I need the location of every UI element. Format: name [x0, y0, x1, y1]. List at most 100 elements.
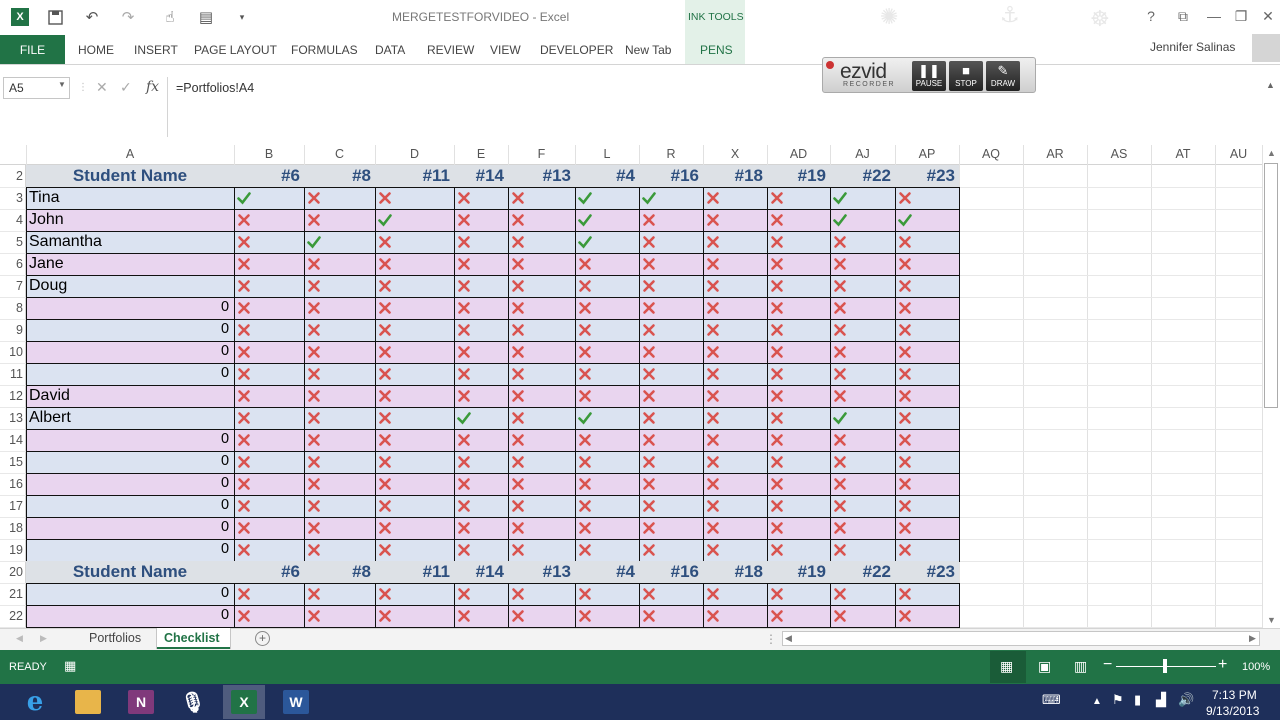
cross-icon[interactable]	[578, 257, 592, 271]
cross-icon[interactable]	[770, 213, 784, 227]
cross-icon[interactable]	[898, 191, 912, 205]
tab-view[interactable]: VIEW	[490, 43, 521, 57]
avatar[interactable]	[1252, 34, 1280, 62]
cross-icon[interactable]	[898, 235, 912, 249]
cross-icon[interactable]	[833, 345, 847, 359]
microphone-icon[interactable]: 🎙	[172, 685, 214, 719]
cross-icon[interactable]	[378, 521, 392, 535]
cross-icon[interactable]	[706, 389, 720, 403]
cross-icon[interactable]	[706, 279, 720, 293]
cross-icon[interactable]	[511, 279, 525, 293]
cross-icon[interactable]	[898, 543, 912, 557]
cross-icon[interactable]	[898, 411, 912, 425]
cross-icon[interactable]	[457, 433, 471, 447]
column-header-ap[interactable]: AP	[895, 147, 959, 165]
cross-icon[interactable]	[307, 389, 321, 403]
item-header[interactable]: #14	[454, 562, 504, 582]
cross-icon[interactable]	[770, 235, 784, 249]
cross-icon[interactable]	[378, 389, 392, 403]
cross-icon[interactable]	[578, 367, 592, 381]
column-header-a[interactable]: A	[26, 147, 234, 165]
cross-icon[interactable]	[457, 455, 471, 469]
tab-new-tab[interactable]: New Tab	[625, 43, 671, 57]
cross-icon[interactable]	[642, 587, 656, 601]
cross-icon[interactable]	[898, 499, 912, 513]
clock-time[interactable]: 7:13 PM	[1212, 688, 1257, 702]
student-name-cell[interactable]: Tina	[29, 189, 60, 207]
cross-icon[interactable]	[898, 301, 912, 315]
cross-icon[interactable]	[511, 499, 525, 513]
row-header-21[interactable]: 21	[0, 587, 25, 601]
student-name-cell[interactable]: 0	[221, 541, 229, 557]
column-header-x[interactable]: X	[703, 147, 767, 165]
cross-icon[interactable]	[307, 301, 321, 315]
tab-insert[interactable]: INSERT	[134, 43, 178, 57]
cross-icon[interactable]	[833, 389, 847, 403]
normal-view-icon[interactable]: ▦	[1000, 658, 1013, 675]
cross-icon[interactable]	[770, 477, 784, 491]
student-name-cell[interactable]: 0	[221, 497, 229, 513]
tab-page-layout[interactable]: PAGE LAYOUT	[194, 43, 277, 57]
column-header-ad[interactable]: AD	[767, 147, 830, 165]
cross-icon[interactable]	[237, 257, 251, 271]
student-name-cell[interactable]: 0	[221, 475, 229, 491]
cross-icon[interactable]	[307, 587, 321, 601]
close-icon[interactable]: ✕	[1257, 6, 1279, 26]
cross-icon[interactable]	[457, 235, 471, 249]
cross-icon[interactable]	[642, 433, 656, 447]
cross-icon[interactable]	[833, 609, 847, 623]
show-hidden-icons-icon[interactable]: ▲	[1092, 696, 1102, 707]
tab-data[interactable]: DATA	[375, 43, 405, 57]
tab-review[interactable]: REVIEW	[427, 43, 474, 57]
cross-icon[interactable]	[511, 411, 525, 425]
student-name-cell[interactable]: John	[29, 211, 64, 229]
row-header-17[interactable]: 17	[0, 499, 25, 513]
item-header[interactable]: #18	[703, 562, 763, 582]
formula-input-area[interactable]	[167, 77, 1277, 137]
cross-icon[interactable]	[770, 389, 784, 403]
formula-input[interactable]: =Portfolios!A4	[176, 81, 254, 95]
cross-icon[interactable]	[706, 587, 720, 601]
cross-icon[interactable]	[378, 301, 392, 315]
pause-button[interactable]: ❚❚ PAUSE	[912, 61, 946, 91]
cross-icon[interactable]	[642, 301, 656, 315]
student-name-cell[interactable]: Albert	[29, 409, 71, 427]
cancel-entry-icon[interactable]: ✕	[96, 79, 108, 96]
chevron-up-icon[interactable]: ▲	[1266, 80, 1275, 90]
cross-icon[interactable]	[770, 455, 784, 469]
cross-icon[interactable]	[457, 389, 471, 403]
cross-icon[interactable]	[833, 433, 847, 447]
cross-icon[interactable]	[307, 213, 321, 227]
cross-icon[interactable]	[307, 609, 321, 623]
cross-icon[interactable]	[237, 367, 251, 381]
cross-icon[interactable]	[511, 191, 525, 205]
item-header[interactable]: #19	[767, 166, 826, 186]
prev-sheet-icon[interactable]: ◀	[16, 633, 23, 644]
column-header-au[interactable]: AU	[1215, 147, 1262, 165]
check-icon[interactable]	[833, 191, 847, 205]
cross-icon[interactable]	[237, 499, 251, 513]
cross-icon[interactable]	[578, 279, 592, 293]
cross-icon[interactable]	[642, 543, 656, 557]
item-header[interactable]: #16	[639, 562, 699, 582]
horizontal-scrollbar[interactable]	[782, 631, 1260, 646]
cross-icon[interactable]	[378, 477, 392, 491]
cross-icon[interactable]	[457, 279, 471, 293]
cross-icon[interactable]	[237, 279, 251, 293]
user-name[interactable]: Jennifer Salinas	[1150, 40, 1235, 54]
cross-icon[interactable]	[706, 301, 720, 315]
cross-icon[interactable]	[642, 257, 656, 271]
row-header-9[interactable]: 9	[0, 323, 25, 337]
check-icon[interactable]	[578, 411, 592, 425]
cross-icon[interactable]	[307, 455, 321, 469]
cross-icon[interactable]	[511, 323, 525, 337]
check-icon[interactable]	[307, 235, 321, 249]
power-icon[interactable]: ▮	[1134, 692, 1141, 708]
confirm-entry-icon[interactable]: ✓	[120, 79, 132, 96]
student-name-cell[interactable]: 0	[221, 343, 229, 359]
item-header[interactable]: #14	[454, 166, 504, 186]
check-icon[interactable]	[833, 213, 847, 227]
cross-icon[interactable]	[511, 235, 525, 249]
cross-icon[interactable]	[578, 499, 592, 513]
cross-icon[interactable]	[578, 301, 592, 315]
